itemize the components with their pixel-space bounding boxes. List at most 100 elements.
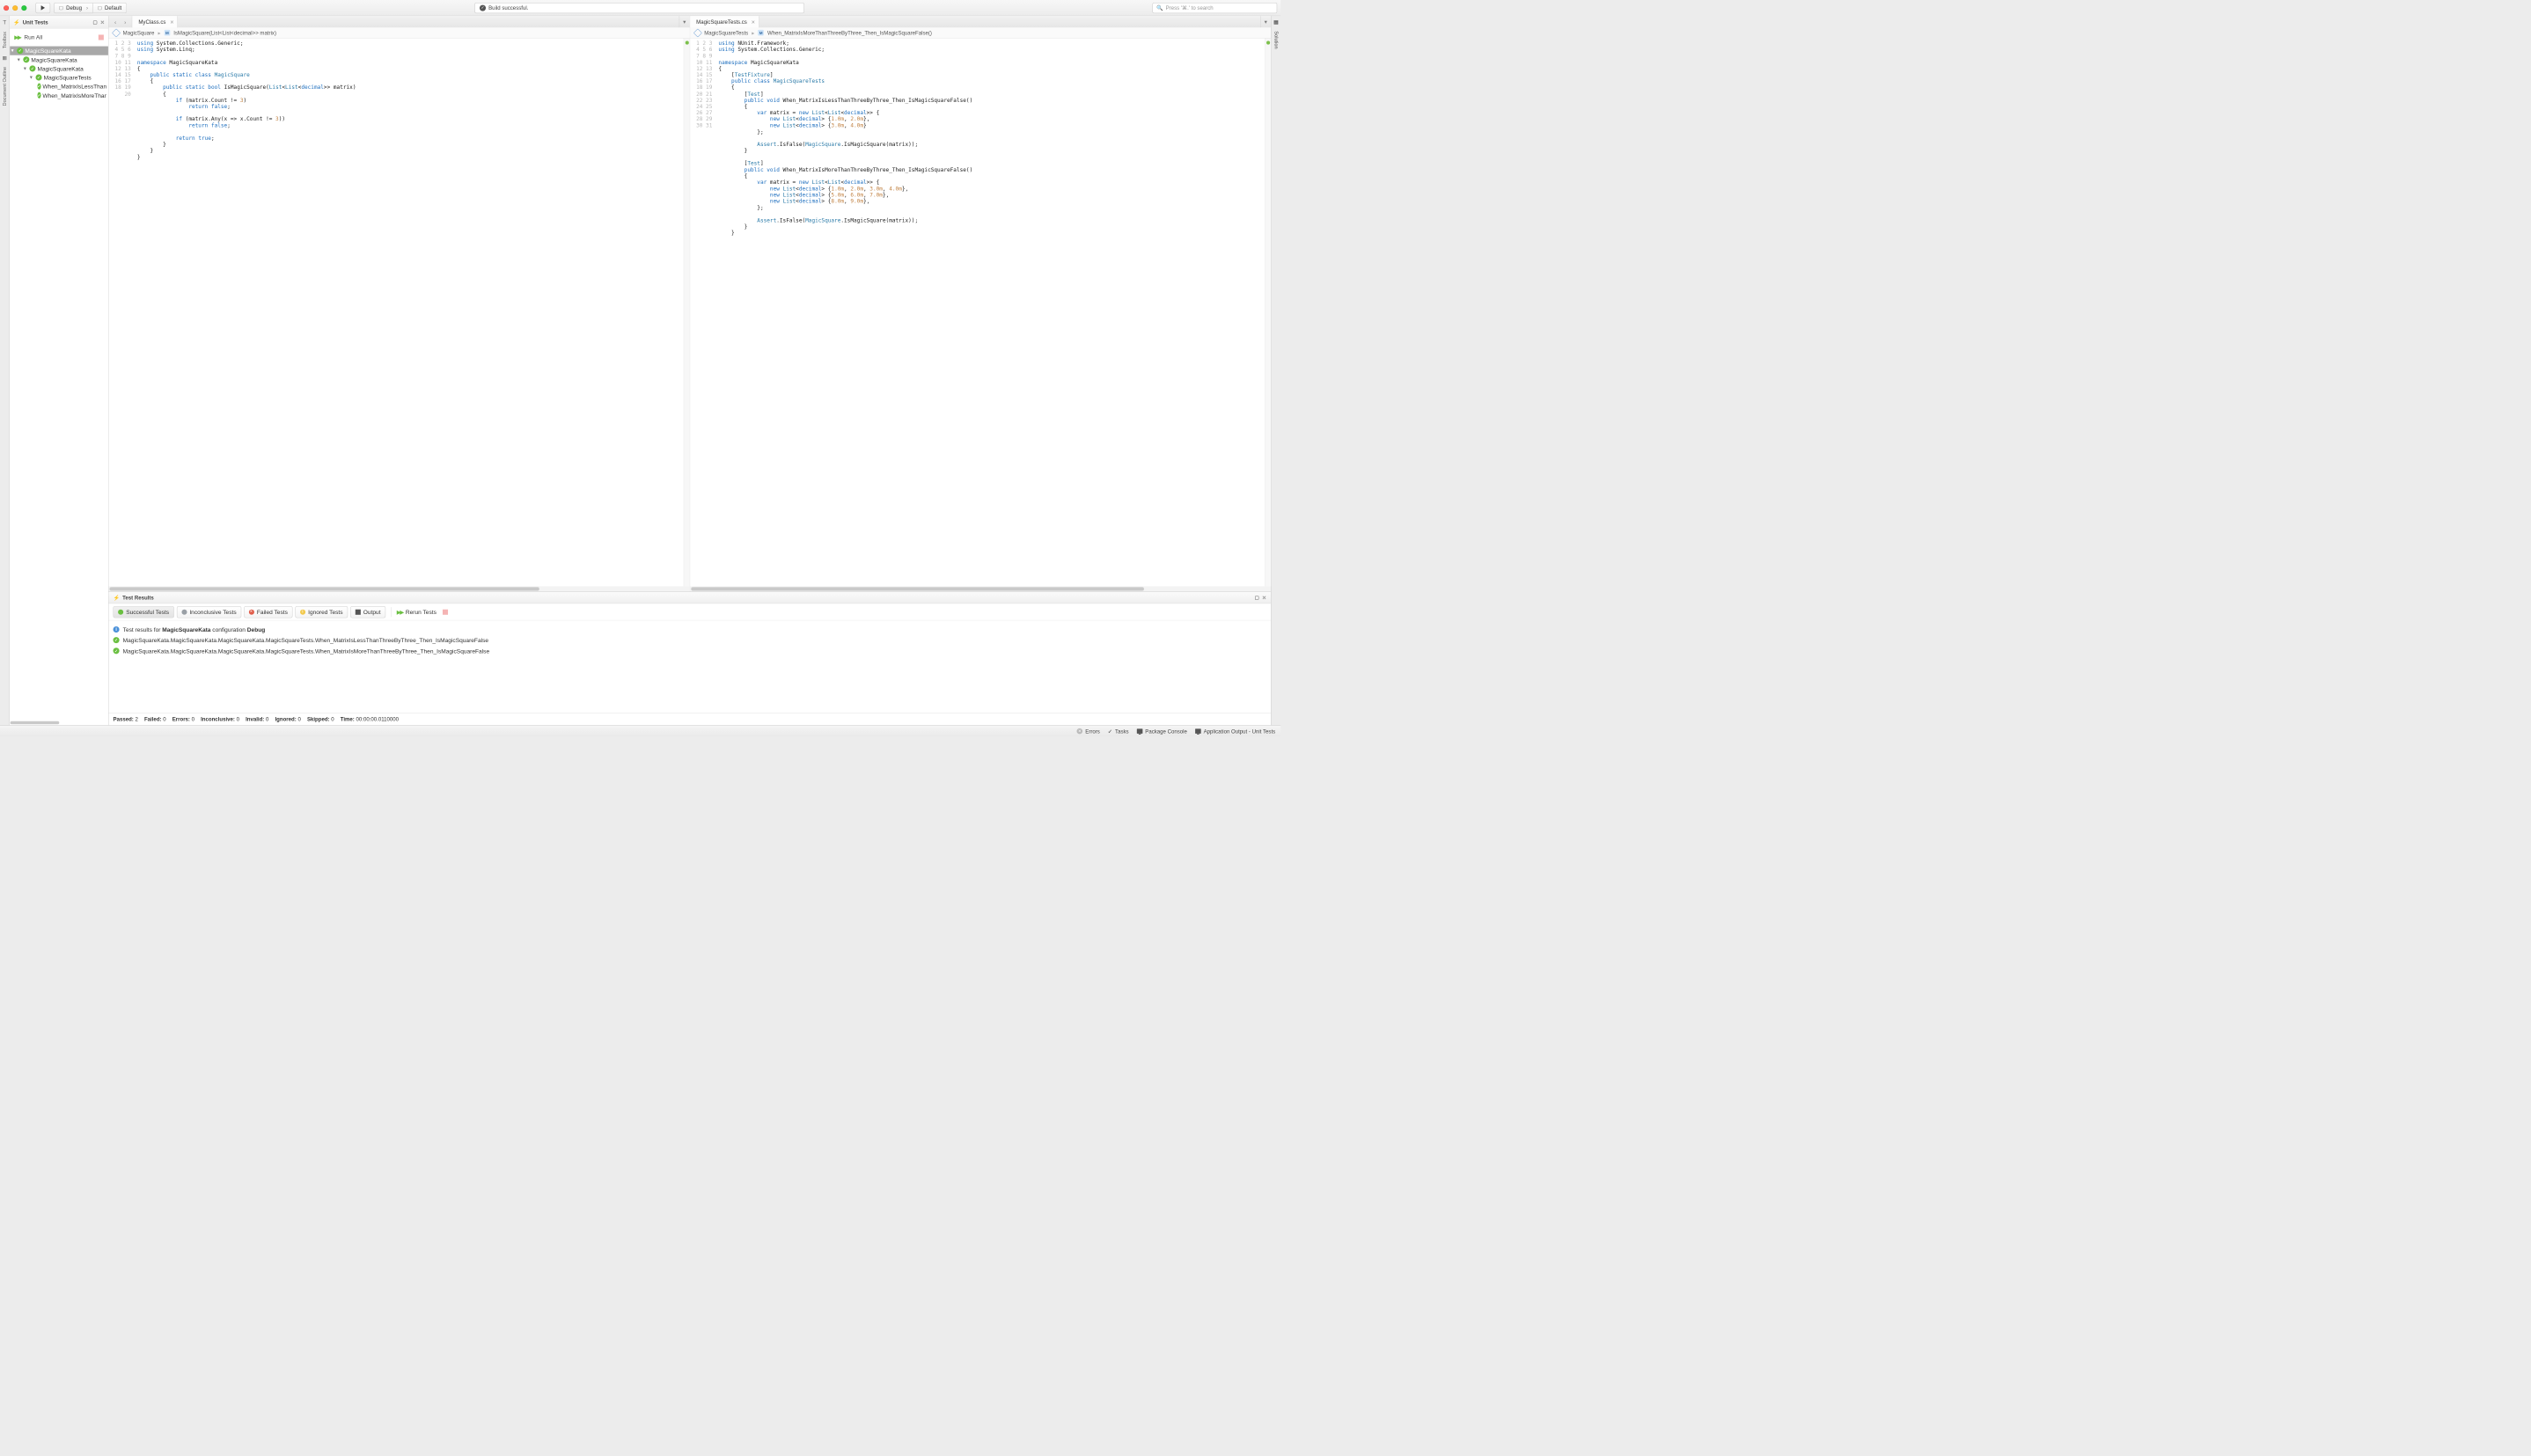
target-selector[interactable]: ▢ Default xyxy=(93,3,127,13)
run-all-icon: ▶▶ xyxy=(14,33,20,40)
info-text: configuration xyxy=(210,626,246,633)
result-row[interactable]: MagicSquareKata.MagicSquareKata.MagicSqu… xyxy=(114,646,1267,656)
stop-tests-button[interactable] xyxy=(443,609,448,614)
tree-node-project[interactable]: ▼ MagicSquareKata xyxy=(10,55,108,64)
pill-label: Ignored Tests xyxy=(308,609,342,616)
unit-tests-panel: ⚡ Unit Tests ▢ ✕ ▶▶ Run All ▼ MagicSquar… xyxy=(10,16,108,725)
filter-ignored[interactable]: Ignored Tests xyxy=(295,606,348,618)
method-icon: M xyxy=(758,30,764,36)
pass-icon xyxy=(114,637,120,643)
breadcrumb-left[interactable]: MagicSquare ▸ M IsMagicSquare(List<List<… xyxy=(108,27,689,38)
breadcrumb-right[interactable]: MagicSquareTests ▸ M When_MatrixIsMoreTh… xyxy=(690,27,1271,38)
crumb-method[interactable]: IsMagicSquare(List<List<decimal>> matrix… xyxy=(173,30,276,36)
filter-inconclusive[interactable]: Inconclusive Tests xyxy=(177,606,242,618)
tree-node-fixture[interactable]: ▼ MagicSquareTests xyxy=(10,73,108,82)
tree-node-test[interactable]: When_MatrixIsMoreThanThreeByThree_Then_I… xyxy=(10,91,108,99)
global-search-field[interactable]: 🔍 Press '⌘.' to search xyxy=(1153,3,1278,13)
error-icon xyxy=(1077,728,1083,735)
tab-myclass[interactable]: MyClass.cs × xyxy=(132,16,178,27)
sb-label: Package Console xyxy=(1145,728,1187,735)
close-tab-icon[interactable]: × xyxy=(752,18,755,25)
crumb-class[interactable]: MagicSquare xyxy=(123,30,155,36)
pill-label: Successful Tests xyxy=(126,609,169,616)
info-config: Debug xyxy=(247,626,265,633)
tree-label: MagicSquareKata xyxy=(31,56,77,63)
dock-icon[interactable]: ▢ xyxy=(93,19,98,26)
test-results-title: Test Results xyxy=(122,595,154,601)
info-project: MagicSquareKata xyxy=(162,626,210,633)
console-icon xyxy=(1137,728,1143,734)
test-tree[interactable]: ▼ MagicSquareKata ▼ MagicSquareKata ▼ Ma… xyxy=(10,47,108,721)
nav-back-button[interactable]: ‹ xyxy=(111,18,119,26)
left-side-rail: T Toolbox ▦ Document Outline xyxy=(0,16,10,725)
close-tab-icon[interactable]: × xyxy=(170,18,173,25)
search-placeholder: Press '⌘.' to search xyxy=(1166,4,1214,11)
sb-label: Errors xyxy=(1085,728,1100,735)
marker-strip xyxy=(1265,39,1271,587)
stop-tests-button[interactable] xyxy=(99,34,104,40)
code-editor[interactable]: using NUnit.Framework; using System.Coll… xyxy=(715,39,1265,587)
status-errors[interactable]: Errors xyxy=(1077,728,1100,735)
tab-tests[interactable]: MagicSquareTests.cs × xyxy=(690,16,759,27)
result-row[interactable]: MagicSquareKata.MagicSquareKata.MagicSqu… xyxy=(114,635,1267,646)
tab-overflow-button[interactable]: ▾ xyxy=(1260,16,1271,27)
solution-tab[interactable]: Solution xyxy=(1273,31,1279,48)
pass-icon xyxy=(38,92,41,99)
status-bar: Errors Tasks Package Console Application… xyxy=(0,725,1280,736)
run-button[interactable] xyxy=(35,3,50,13)
build-status-bar: ✓ Build successful. xyxy=(474,3,803,13)
crumb-method[interactable]: When_MatrixIsMoreThanThreeByThree_Then_I… xyxy=(767,30,932,36)
grey-dot-icon xyxy=(181,609,187,614)
right-side-rail: ▦ Solution xyxy=(1271,16,1280,725)
nav-forward-button[interactable]: › xyxy=(121,18,129,26)
warn-dot-icon xyxy=(300,609,305,614)
filter-output[interactable]: Output xyxy=(350,606,385,618)
filter-failed[interactable]: Failed Tests xyxy=(244,606,292,618)
outline-icon[interactable]: ▦ xyxy=(3,55,7,61)
lightning-icon: ⚡ xyxy=(13,19,20,26)
editor-right: MagicSquareTests.cs × ▾ MagicSquareTests… xyxy=(690,16,1271,591)
configuration-selector[interactable]: ▢ Debug › xyxy=(54,3,92,13)
rerun-tests-button[interactable]: Rerun Tests xyxy=(406,609,437,616)
status-tasks[interactable]: Tasks xyxy=(1108,728,1129,735)
target-label: Default xyxy=(105,4,121,11)
tree-node-solution[interactable]: ▼ MagicSquareKata xyxy=(10,47,108,55)
configuration-label: Debug xyxy=(66,4,82,11)
success-dot-icon xyxy=(118,609,123,614)
tree-node-namespace[interactable]: ▼ MagicSquareKata xyxy=(10,64,108,73)
zoom-window-button[interactable] xyxy=(21,5,26,11)
minimize-window-button[interactable] xyxy=(12,5,18,11)
output-icon xyxy=(356,609,361,614)
pass-icon xyxy=(23,56,29,62)
close-panel-icon[interactable]: ✕ xyxy=(1262,595,1266,601)
filter-successful[interactable]: Successful Tests xyxy=(114,606,174,618)
pass-icon xyxy=(29,65,35,71)
pill-label: Output xyxy=(363,609,381,616)
tree-label: MagicSquareKata xyxy=(38,65,84,72)
run-all-button[interactable]: Run All xyxy=(24,33,42,40)
lightning-icon: ⚡ xyxy=(114,595,121,601)
document-outline-tab[interactable]: Document Outline xyxy=(2,67,7,106)
toolbox-tab[interactable]: Toolbox xyxy=(2,32,7,48)
marker-strip xyxy=(683,39,689,587)
dock-icon[interactable]: ▢ xyxy=(1255,595,1259,601)
code-editor[interactable]: using System.Collections.Generic; using … xyxy=(135,39,684,587)
status-app-output[interactable]: Application Output - Unit Tests xyxy=(1195,728,1275,735)
crumb-class[interactable]: MagicSquareTests xyxy=(704,30,748,36)
rerun-icon: ▶▶ xyxy=(397,608,403,615)
tree-node-test[interactable]: When_MatrixIsLessThanThreeByThree_Then_I… xyxy=(10,82,108,91)
target-icon: ▢ xyxy=(98,5,102,11)
tree-label: MagicSquareKata xyxy=(25,48,70,55)
pass-icon xyxy=(17,48,23,54)
solution-icon[interactable]: ▦ xyxy=(1273,18,1279,25)
close-panel-icon[interactable]: ✕ xyxy=(100,19,105,26)
results-info-row: Test results for MagicSquareKata configu… xyxy=(114,624,1267,634)
tab-overflow-button[interactable]: ▾ xyxy=(679,16,689,27)
status-package-console[interactable]: Package Console xyxy=(1137,728,1187,735)
close-window-button[interactable] xyxy=(4,5,9,11)
top-toolbar: ▢ Debug › ▢ Default ✓ Build successful. … xyxy=(0,0,1280,16)
test-results-panel: ⚡ Test Results ▢ ✕ Successful Tests Inco… xyxy=(108,591,1271,725)
result-label: MagicSquareKata.MagicSquareKata.MagicSqu… xyxy=(123,637,488,644)
toolbox-icon[interactable]: T xyxy=(3,18,6,26)
pill-label: Inconclusive Tests xyxy=(189,609,236,616)
